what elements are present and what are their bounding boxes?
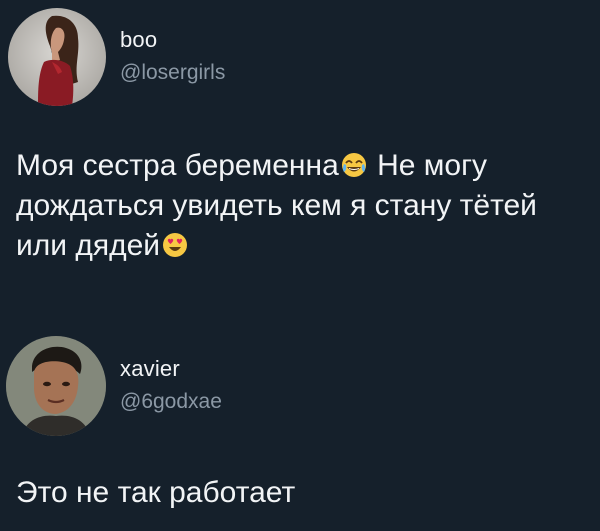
user-handle[interactable]: @losergirls bbox=[120, 60, 225, 86]
avatar-xavier[interactable] bbox=[6, 336, 106, 436]
heart-eyes-emoji-icon bbox=[162, 232, 188, 258]
tweet-original: boo @losergirls Моя сестра беременна Не … bbox=[0, 0, 600, 300]
avatar-boo[interactable] bbox=[8, 8, 106, 106]
display-name[interactable]: boo bbox=[120, 26, 225, 54]
tweet-text-part-1: Моя сестра беременна bbox=[16, 149, 339, 182]
crying-laughing-emoji-icon bbox=[341, 152, 367, 178]
tweet-text: Это не так работает bbox=[16, 476, 296, 509]
user-block: xavier @6godxae bbox=[120, 355, 222, 415]
tweet-reply: xavier @6godxae Это не так работает bbox=[0, 322, 600, 531]
user-block: boo @losergirls bbox=[120, 26, 225, 86]
user-handle[interactable]: @6godxae bbox=[120, 389, 222, 415]
tweet-text: Моя сестра беременна Не могу дождаться у… bbox=[16, 146, 586, 266]
display-name[interactable]: xavier bbox=[120, 355, 222, 383]
